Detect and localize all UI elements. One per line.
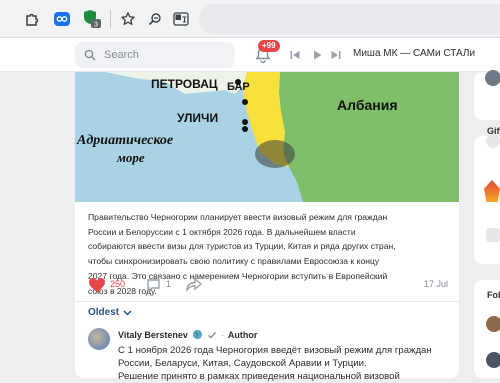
profile-avatar[interactable] bbox=[485, 70, 500, 86]
verified-check-icon bbox=[207, 331, 216, 339]
post-text-line: собираются ввести визы для туристов из Т… bbox=[88, 241, 396, 252]
post-divider bbox=[75, 301, 459, 302]
globe-icon bbox=[192, 329, 202, 340]
post-card: ПЕТРОВАЦ БАР УЛИЧИ Албания Адриатическое… bbox=[75, 72, 459, 382]
map-label-sea-line1: Адриатическое bbox=[76, 133, 173, 148]
now-playing-track[interactable]: Миша МК — САМи СТАЛи bbox=[353, 48, 475, 59]
notifications-badge: +99 bbox=[258, 40, 280, 52]
comment-count[interactable]: 1 bbox=[166, 279, 171, 289]
comment-icon[interactable] bbox=[146, 278, 161, 292]
like-count[interactable]: 250 bbox=[110, 279, 125, 289]
comment-text-line: С 1 ноября 2026 года Черногория введёт в… bbox=[118, 345, 432, 356]
post-text-line: чтобы синхронизировать свою политику с п… bbox=[88, 256, 380, 267]
right-profile-card bbox=[474, 70, 500, 120]
post-text-line: Правительство Черногории планирует ввест… bbox=[88, 212, 388, 222]
browser-menu-area bbox=[199, 4, 500, 34]
comment-body-text: С 1 ноября 2026 года Черногория введёт в… bbox=[118, 344, 438, 383]
search-input[interactable]: Search bbox=[75, 42, 235, 68]
comment-author-name[interactable]: Vitaly Berstenev bbox=[118, 330, 188, 340]
follower-avatar[interactable] bbox=[486, 352, 500, 368]
comment-text-line: России, Беларуси, Китая, Саудовской Арав… bbox=[118, 358, 367, 369]
followers-label[interactable]: Fol bbox=[487, 290, 500, 300]
toolbar-divider bbox=[110, 10, 111, 28]
gift-slot[interactable] bbox=[486, 228, 500, 242]
next-track-icon[interactable] bbox=[330, 49, 342, 61]
post-reactions-bar: 250 1 17 Jul bbox=[88, 275, 448, 295]
search-icon bbox=[84, 49, 96, 61]
follower-avatar[interactable] bbox=[486, 316, 500, 332]
post-date[interactable]: 17 Jul bbox=[424, 279, 448, 289]
author-separator-dot: · bbox=[220, 329, 224, 340]
map-label-ulcinj: УЛИЧИ bbox=[177, 111, 218, 125]
share-icon[interactable] bbox=[186, 278, 202, 292]
post-map-image[interactable]: ПЕТРОВАЦ БАР УЛИЧИ Албания Адриатическое… bbox=[75, 72, 459, 202]
map-label-petrovac: ПЕТРОВАЦ bbox=[151, 77, 218, 91]
gift-icon[interactable] bbox=[484, 180, 500, 202]
comments-sort-dropdown[interactable]: Oldest bbox=[88, 307, 132, 318]
star-icon[interactable] bbox=[118, 9, 138, 29]
post-text-line: России и Белоруссии с 1 октября 2026 год… bbox=[88, 226, 356, 237]
map-label-bar: БАР bbox=[227, 81, 250, 93]
map-label-albania: Албания bbox=[337, 97, 397, 113]
browser-toolbar: 3 bbox=[0, 0, 500, 38]
map-label-sea-line2: море bbox=[116, 150, 145, 165]
chevron-down-icon bbox=[123, 309, 132, 316]
site-header: Search +99 Миша МК — САМи СТАЛи bbox=[0, 38, 500, 72]
previous-track-icon[interactable] bbox=[289, 49, 301, 61]
zoom-icon[interactable] bbox=[145, 9, 165, 29]
gift-slot[interactable] bbox=[486, 134, 500, 148]
followers-card: Fol bbox=[474, 280, 500, 378]
comments-sort-label: Oldest bbox=[88, 307, 120, 318]
author-tag-label: Author bbox=[227, 329, 258, 340]
like-heart-icon[interactable] bbox=[88, 277, 106, 293]
gifts-card: Gift bbox=[474, 126, 500, 264]
search-placeholder: Search bbox=[104, 49, 139, 61]
comment-text-line: Решение принято в рамках приведения наци… bbox=[118, 371, 400, 382]
shield-extension-icon[interactable]: 3 bbox=[82, 9, 102, 29]
play-icon[interactable] bbox=[311, 49, 323, 61]
shield-badge-count: 3 bbox=[94, 22, 98, 29]
comment-author-avatar[interactable] bbox=[88, 328, 110, 350]
translate-icon[interactable] bbox=[171, 9, 191, 29]
blue-extension-icon[interactable] bbox=[52, 9, 72, 29]
puzzle-icon[interactable] bbox=[22, 9, 42, 29]
comment-header: Vitaly Berstenev · Author bbox=[118, 329, 257, 340]
